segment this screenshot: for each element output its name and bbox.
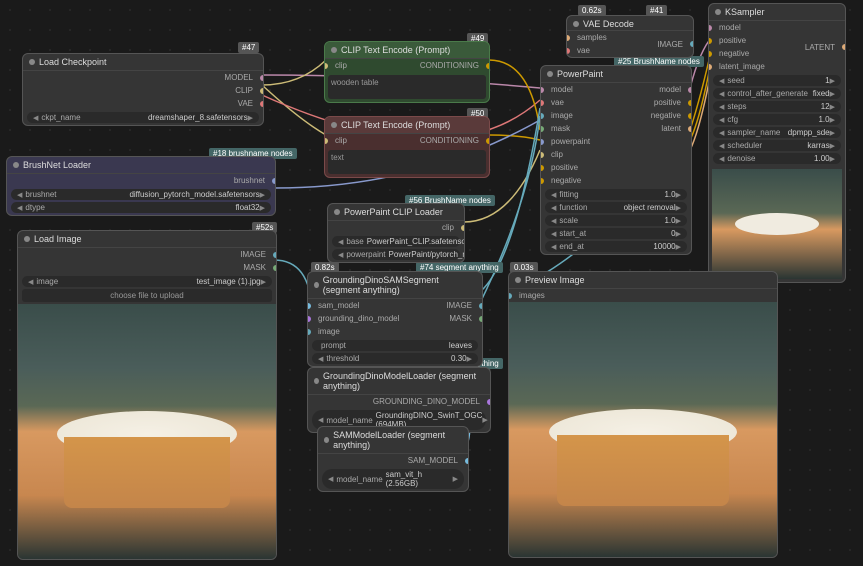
upload-button[interactable]: choose file to upload (22, 289, 272, 302)
node-grounding-dino-loader[interactable]: GroundingDinoModelLoader (segment anythi… (307, 367, 491, 433)
input-positive[interactable]: positive (541, 161, 645, 174)
output-latent[interactable]: latent (645, 122, 691, 135)
image-preview (509, 302, 777, 557)
node-title[interactable]: VAE Decode (567, 16, 693, 31)
input-clip[interactable]: clip (325, 59, 353, 72)
widget-seed[interactable]: ◀seed1▶ (713, 75, 841, 86)
widget-dtype[interactable]: ◀dtypefloat32▶ (11, 202, 271, 213)
node-load-checkpoint[interactable]: Load Checkpoint MODEL CLIP VAE ◀ckpt_nam… (22, 53, 264, 126)
widget-end-at[interactable]: ◀end_at10000▶ (545, 241, 687, 252)
output-model[interactable]: MODEL (23, 71, 263, 84)
input-image[interactable]: image (308, 325, 440, 338)
input-vae[interactable]: vae (567, 44, 613, 57)
input-clip[interactable]: clip (541, 148, 645, 161)
input-sam-model[interactable]: sam_model (308, 299, 440, 312)
prompt-text[interactable]: wooden table (328, 75, 486, 99)
node-grounding-dino-sam-segment[interactable]: GroundingDinoSAMSegment (segment anythin… (307, 271, 483, 367)
output-sam-model[interactable]: SAM_MODEL (318, 454, 468, 467)
prompt-text[interactable]: text (328, 150, 486, 174)
input-latent[interactable]: latent_image (709, 60, 799, 73)
output-image[interactable]: IMAGE (651, 31, 693, 57)
node-vae-decode[interactable]: VAE Decode samples vae IMAGE (566, 15, 694, 58)
node-title[interactable]: SAMModelLoader (segment anything) (318, 427, 468, 454)
image-preview (18, 304, 276, 559)
node-powerpaint[interactable]: PowerPaint model vae image mask powerpai… (540, 65, 692, 255)
widget-function[interactable]: ◀functionobject removal▶ (545, 202, 687, 213)
output-conditioning[interactable]: CONDITIONING (414, 134, 489, 147)
node-title[interactable]: PowerPaint CLIP Loader (328, 204, 464, 221)
node-title[interactable]: CLIP Text Encode (Prompt) (325, 117, 489, 134)
widget-scale[interactable]: ◀scale1.0▶ (545, 215, 687, 226)
input-model[interactable]: model (541, 83, 645, 96)
input-model[interactable]: model (709, 21, 799, 34)
output-clip[interactable]: clip (328, 221, 464, 234)
widget-ckpt-name[interactable]: ◀ckpt_namedreamshaper_8.safetensors▶ (27, 112, 259, 123)
input-image[interactable]: image (541, 109, 645, 122)
node-load-image[interactable]: Load Image IMAGE MASK ◀imagetest_image (… (17, 230, 277, 560)
widget-brushnet[interactable]: ◀brushnetdiffusion_pytorch_model.safeten… (11, 189, 271, 200)
input-negative[interactable]: negative (709, 47, 799, 60)
widget-base[interactable]: ◀basePowerPaint_CLIP.safetensors▶ (332, 236, 460, 247)
node-title[interactable]: BrushNet Loader (7, 157, 275, 174)
output-image[interactable]: IMAGE (440, 299, 482, 312)
output-positive[interactable]: positive (645, 96, 691, 109)
node-brushnet-loader[interactable]: BrushNet Loader brushnet ◀brushnetdiffus… (6, 156, 276, 216)
output-image[interactable]: IMAGE (18, 248, 276, 261)
widget-threshold[interactable]: ◀threshold0.30▶ (312, 353, 478, 364)
widget-sampler-name[interactable]: ◀sampler_namedpmpp_sde▶ (713, 127, 841, 138)
input-samples[interactable]: samples (567, 31, 613, 44)
input-mask[interactable]: mask (541, 122, 645, 135)
widget-cfg[interactable]: ◀cfg1.0▶ (713, 114, 841, 125)
node-title[interactable]: Load Image (18, 231, 276, 248)
widget-start-at[interactable]: ◀start_at0▶ (545, 228, 687, 239)
input-negative[interactable]: negative (541, 174, 645, 187)
node-preview-image[interactable]: Preview Image images (508, 271, 778, 558)
node-ksampler[interactable]: KSampler model positive negative latent_… (708, 3, 846, 283)
input-clip[interactable]: clip (325, 134, 353, 147)
widget-steps[interactable]: ◀steps12▶ (713, 101, 841, 112)
widget-denoise[interactable]: ◀denoise1.00▶ (713, 153, 841, 164)
widget-powerpaint[interactable]: ◀powerpaintPowerPaint/pytorch_model.bin▶ (332, 249, 460, 260)
preview-thumbnail (712, 169, 842, 279)
node-clip-encode-negative[interactable]: CLIP Text Encode (Prompt) clip CONDITION… (324, 116, 490, 178)
output-grounding-dino-model[interactable]: GROUNDING_DINO_MODEL (308, 395, 490, 408)
widget-control-after-generate[interactable]: ◀control_after_generatefixed▶ (713, 88, 841, 99)
node-title[interactable]: PowerPaint (541, 66, 691, 83)
output-conditioning[interactable]: CONDITIONING (414, 59, 489, 72)
widget-model-name[interactable]: ◀model_namesam_vit_h (2.56GB)▶ (322, 469, 464, 489)
node-title[interactable]: CLIP Text Encode (Prompt) (325, 42, 489, 59)
widget-fitting[interactable]: ◀fitting1.0▶ (545, 189, 687, 200)
output-clip[interactable]: CLIP (23, 84, 263, 97)
input-grounding-dino[interactable]: grounding_dino_model (308, 312, 440, 325)
output-vae[interactable]: VAE (23, 97, 263, 110)
node-title[interactable]: Load Checkpoint (23, 54, 263, 71)
output-mask[interactable]: MASK (440, 312, 482, 325)
output-model[interactable]: model (645, 83, 691, 96)
widget-scheduler[interactable]: ◀schedulerkarras▶ (713, 140, 841, 151)
badge: #47 (238, 42, 259, 53)
node-title[interactable]: GroundingDinoSAMSegment (segment anythin… (308, 272, 482, 299)
node-powerpaint-clip-loader[interactable]: PowerPaint CLIP Loader clip ◀basePowerPa… (327, 203, 465, 263)
output-latent[interactable]: LATENT (799, 21, 845, 73)
output-negative[interactable]: negative (645, 109, 691, 122)
input-images[interactable]: images (509, 289, 777, 302)
node-title[interactable]: Preview Image (509, 272, 777, 289)
node-title[interactable]: KSampler (709, 4, 845, 21)
input-positive[interactable]: positive (709, 34, 799, 47)
output-brushnet[interactable]: brushnet (7, 174, 275, 187)
output-mask[interactable]: MASK (18, 261, 276, 274)
widget-prompt[interactable]: promptleaves (312, 340, 478, 351)
node-title[interactable]: GroundingDinoModelLoader (segment anythi… (308, 368, 490, 395)
widget-image[interactable]: ◀imagetest_image (1).jpg▶ (22, 276, 272, 287)
node-sam-model-loader[interactable]: SAMModelLoader (segment anything) SAM_MO… (317, 426, 469, 492)
input-powerpaint[interactable]: powerpaint (541, 135, 645, 148)
input-vae[interactable]: vae (541, 96, 645, 109)
node-clip-encode-positive[interactable]: CLIP Text Encode (Prompt) clip CONDITION… (324, 41, 490, 103)
